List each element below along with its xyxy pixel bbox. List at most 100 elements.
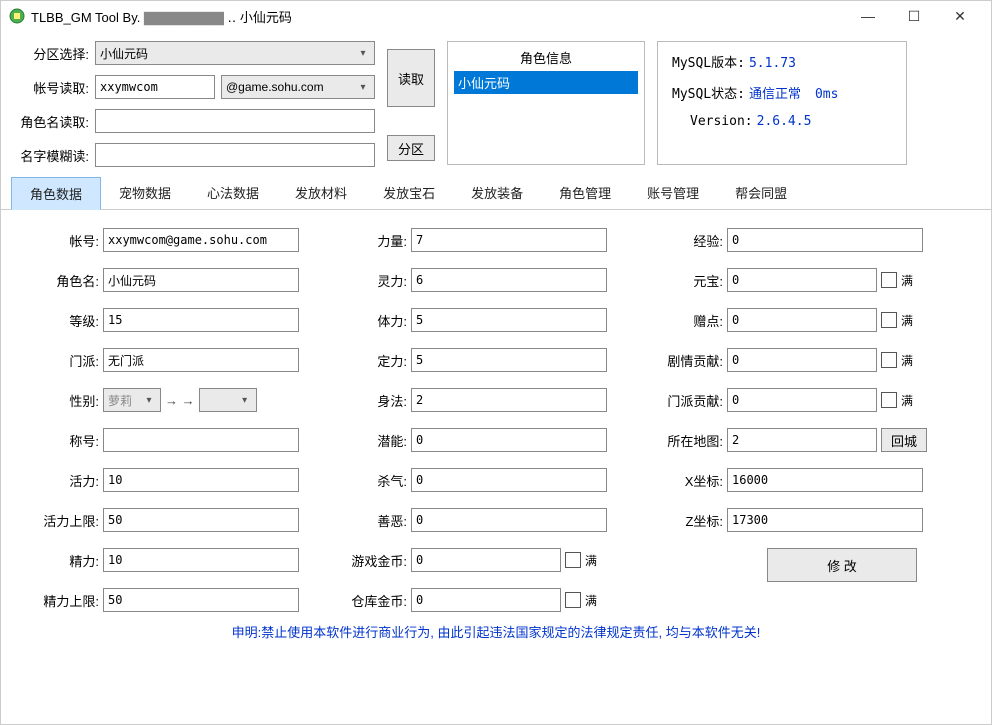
field-energy-max[interactable] [103, 508, 299, 532]
checkbox-gift-max[interactable] [881, 312, 897, 328]
modify-button[interactable]: 修 改 [767, 548, 917, 582]
tab-account-manage[interactable]: 账号管理 [629, 177, 717, 209]
partition-select[interactable]: 小仙元码 ▾ [95, 41, 375, 65]
field-good[interactable] [411, 508, 607, 532]
mysql-version-label: MySQL版本: [672, 52, 745, 71]
checkbox-yuanbao-max[interactable] [881, 272, 897, 288]
lbl-gift-max: 满 [901, 312, 913, 329]
lbl-yuanbao: 元宝: [647, 271, 723, 290]
tab-guild-ally[interactable]: 帮会同盟 [717, 177, 805, 209]
rolename-input[interactable] [95, 109, 375, 133]
field-z[interactable] [727, 508, 923, 532]
lbl-faction-contrib: 门派贡献: [647, 391, 723, 410]
tab-give-material[interactable]: 发放材料 [277, 177, 365, 209]
minimize-button[interactable]: — [845, 1, 891, 31]
lbl-spirit: 精力: [31, 551, 99, 570]
lbl-gold: 游戏金币: [339, 551, 407, 570]
lbl-account: 帐号: [31, 231, 99, 250]
tab-bar: 角色数据 宠物数据 心法数据 发放材料 发放宝石 发放装备 角色管理 账号管理 … [1, 177, 991, 210]
version-label: Version: [690, 114, 753, 129]
maximize-button[interactable]: ☐ [891, 1, 937, 31]
version-value: 2.6.4.5 [757, 114, 812, 129]
lbl-gold-max: 满 [585, 552, 597, 569]
tab-pet-data[interactable]: 宠物数据 [101, 177, 189, 209]
tab-role-data[interactable]: 角色数据 [11, 177, 101, 210]
partition-button[interactable]: 分区 [387, 135, 435, 161]
gender-select-from[interactable]: 萝莉▾ [103, 388, 161, 412]
close-button[interactable]: ✕ [937, 1, 983, 31]
lbl-faction: 门派: [31, 351, 99, 370]
field-x[interactable] [727, 468, 923, 492]
lbl-gender: 性别: [31, 391, 99, 410]
chevron-down-icon: ▾ [238, 395, 252, 406]
top-panel: 分区选择: 小仙元码 ▾ 帐号读取: @game.sohu.com ▾ 角色名读… [1, 31, 991, 173]
gender-select-to[interactable]: ▾ [199, 388, 257, 412]
lbl-bankgold-max: 满 [585, 592, 597, 609]
lbl-z: Z坐标: [647, 511, 723, 530]
titlebar: TLBB_GM Tool By. ▇▇▇▇▇▇▇▇ ‥ 小仙元码 — ☐ ✕ [1, 1, 991, 31]
return-city-button[interactable]: 回城 [881, 428, 927, 452]
field-rolename[interactable] [103, 268, 299, 292]
app-icon [9, 8, 25, 24]
tab-content: 帐号: 角色名: 等级: 门派: 性别: 萝莉▾ → → ▾ 称号: 活力: 活… [1, 210, 991, 653]
field-bankgold[interactable] [411, 588, 561, 612]
role-list-item-selected[interactable]: 小仙元码 [454, 71, 638, 94]
lbl-wil: 定力: [339, 351, 407, 370]
account-domain-value: @game.sohu.com [226, 80, 324, 94]
lbl-title: 称号: [31, 431, 99, 450]
lbl-potential: 潜能: [339, 431, 407, 450]
field-level[interactable] [103, 308, 299, 332]
tab-skill-data[interactable]: 心法数据 [189, 177, 277, 209]
read-button[interactable]: 读取 [387, 49, 435, 107]
field-str[interactable] [411, 228, 607, 252]
tab-give-gem[interactable]: 发放宝石 [365, 177, 453, 209]
chevron-down-icon: ▾ [142, 395, 156, 406]
tab-role-manage[interactable]: 角色管理 [541, 177, 629, 209]
checkbox-faction-contrib-max[interactable] [881, 392, 897, 408]
field-dex[interactable] [411, 388, 607, 412]
field-faction[interactable] [103, 348, 299, 372]
field-gift[interactable] [727, 308, 877, 332]
field-con[interactable] [411, 308, 607, 332]
field-gold[interactable] [411, 548, 561, 572]
field-story[interactable] [727, 348, 877, 372]
tab-give-equip[interactable]: 发放装备 [453, 177, 541, 209]
field-spirit[interactable] [103, 548, 299, 572]
lbl-story-max: 满 [901, 352, 913, 369]
lbl-con: 体力: [339, 311, 407, 330]
status-box: MySQL版本: 5.1.73 MySQL状态: 通信正常 0ms Versio… [657, 41, 907, 165]
lbl-x: X坐标: [647, 471, 723, 490]
account-label: 帐号读取: [15, 78, 89, 97]
checkbox-story-max[interactable] [881, 352, 897, 368]
lbl-exp: 经验: [647, 231, 723, 250]
mysql-state-ms: 0ms [815, 87, 838, 102]
field-energy[interactable] [103, 468, 299, 492]
lbl-good: 善恶: [339, 511, 407, 530]
role-info-box: 角色信息 小仙元码 [447, 41, 645, 165]
lbl-yuanbao-max: 满 [901, 272, 913, 289]
account-input[interactable] [95, 75, 215, 99]
field-faction-contrib[interactable] [727, 388, 877, 412]
field-wil[interactable] [411, 348, 607, 372]
field-account[interactable] [103, 228, 299, 252]
field-potential[interactable] [411, 428, 607, 452]
fuzzy-input[interactable] [95, 143, 375, 167]
field-spirit-max[interactable] [103, 588, 299, 612]
lbl-map: 所在地图: [647, 431, 723, 450]
field-sha[interactable] [411, 468, 607, 492]
field-yuanbao[interactable] [727, 268, 877, 292]
lbl-energy: 活力: [31, 471, 99, 490]
field-int[interactable] [411, 268, 607, 292]
lbl-faction-contrib-max: 满 [901, 392, 913, 409]
checkbox-gold-max[interactable] [565, 552, 581, 568]
partition-value: 小仙元码 [100, 45, 148, 62]
role-list[interactable]: 小仙元码 [454, 71, 638, 158]
lbl-story: 剧情贡献: [647, 351, 723, 370]
field-map[interactable] [727, 428, 877, 452]
field-title[interactable] [103, 428, 299, 452]
checkbox-bankgold-max[interactable] [565, 592, 581, 608]
arrow-icon: → → [165, 393, 195, 408]
field-exp[interactable] [727, 228, 923, 252]
account-domain-select[interactable]: @game.sohu.com ▾ [221, 75, 375, 99]
mysql-state-value: 通信正常 [749, 83, 801, 102]
